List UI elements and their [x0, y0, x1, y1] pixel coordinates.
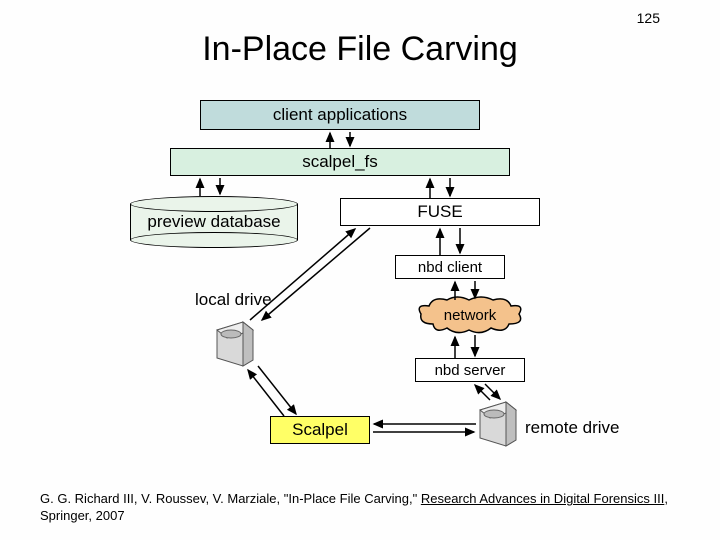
- cylinder-preview-database: preview database: [130, 196, 298, 248]
- box-scalpel: Scalpel: [270, 416, 370, 444]
- harddrive-icon: [215, 320, 255, 368]
- diagram-canvas: client applications scalpel_fs FUSE prev…: [0, 0, 720, 540]
- box-scalpel-fs: scalpel_fs: [170, 148, 510, 176]
- harddrive-icon: [478, 400, 518, 448]
- cloud-network: network: [415, 296, 525, 334]
- box-fuse: FUSE: [340, 198, 540, 226]
- box-client-applications: client applications: [200, 100, 480, 130]
- label-remote-drive: remote drive: [525, 418, 619, 438]
- box-nbd-server: nbd server: [415, 358, 525, 382]
- box-nbd-client: nbd client: [395, 255, 505, 279]
- arrows-layer: [0, 0, 720, 540]
- label-local-drive: local drive: [195, 290, 272, 310]
- citation-text: G. G. Richard III, V. Roussev, V. Marzia…: [40, 491, 680, 525]
